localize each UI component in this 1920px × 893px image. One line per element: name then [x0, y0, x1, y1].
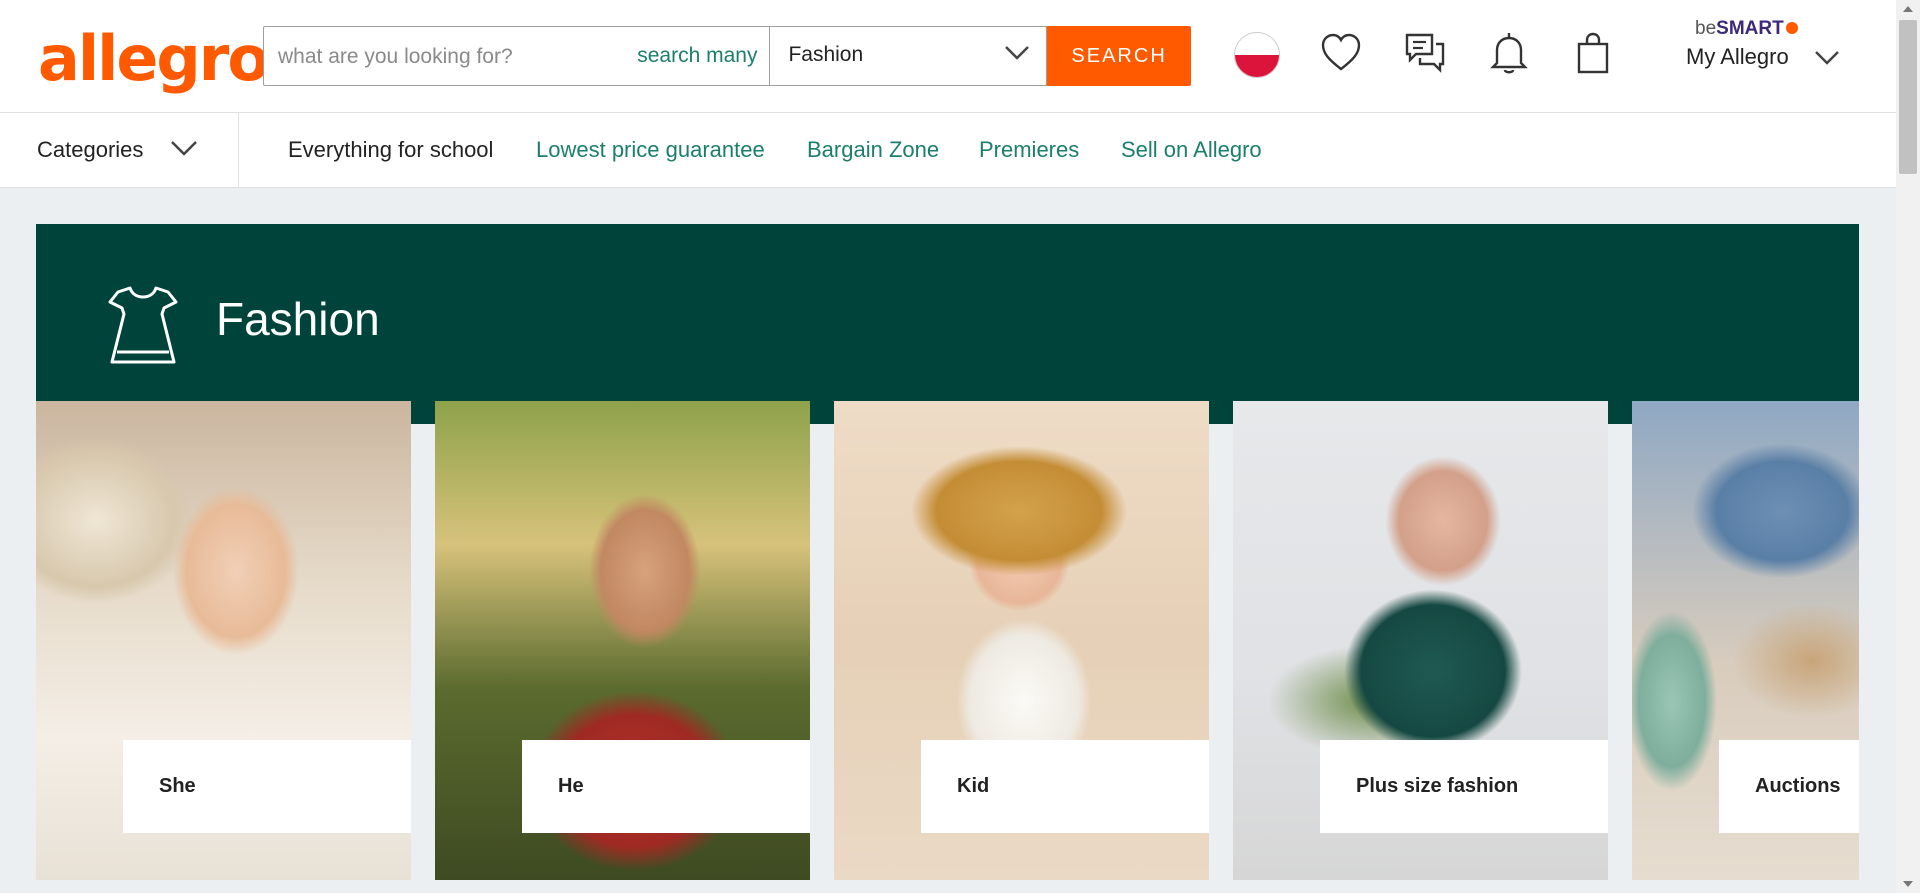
category-select[interactable]: Fashion [769, 26, 1048, 86]
category-tile-auctions[interactable]: Auctions [1632, 401, 1859, 880]
bell-icon[interactable] [1486, 30, 1532, 76]
heart-icon[interactable] [1318, 30, 1364, 76]
besmart-brand: SMART [1716, 18, 1784, 39]
tile-caption: She [123, 740, 411, 833]
category-select-value: Fashion [788, 43, 864, 66]
category-nav: Categories Everything for school Lowest … [0, 113, 1896, 188]
top-header: allegro search many Fashion SEARCH [0, 0, 1896, 113]
category-tile-plus-size[interactable]: Plus size fashion [1233, 401, 1608, 880]
tile-label: Plus size fashion [1356, 775, 1519, 797]
categories-dropdown[interactable]: Categories [0, 113, 239, 187]
nav-link-sell-on-allegro[interactable]: Sell on Allegro [1121, 113, 1262, 187]
tile-label: Auctions [1755, 775, 1841, 797]
scroll-thumb[interactable] [1899, 20, 1917, 174]
poland-flag-icon[interactable] [1234, 32, 1280, 78]
tile-label: Kid [957, 775, 990, 797]
tile-caption: Plus size fashion [1320, 740, 1608, 833]
category-tile-kid[interactable]: Kid [834, 401, 1209, 880]
chevron-down-icon [1005, 46, 1030, 60]
my-allegro-menu[interactable]: beSMART My Allegro [1686, 14, 1856, 84]
fashion-banner: Fashion [36, 224, 1859, 424]
search-many-link[interactable]: search many [637, 27, 757, 85]
nav-link-lowest-price-guarantee[interactable]: Lowest price guarantee [536, 113, 765, 187]
categories-label: Categories [37, 137, 144, 162]
scroll-up-arrow-icon[interactable] [1903, 6, 1913, 12]
nav-link-everything-for-school[interactable]: Everything for school [288, 113, 493, 187]
page-scrollbar[interactable] [1896, 0, 1920, 893]
besmart-dot-icon [1785, 22, 1798, 34]
chevron-down-icon [1815, 51, 1839, 65]
search-bar: search many Fashion SEARCH [263, 26, 1192, 87]
besmart-badge: beSMART [1695, 18, 1798, 40]
search-input-box: search many [263, 26, 770, 87]
tile-label: He [558, 775, 584, 797]
besmart-prefix: be [1695, 18, 1717, 39]
search-input[interactable] [276, 27, 610, 87]
dress-icon [108, 286, 178, 364]
search-button[interactable]: SEARCH [1047, 26, 1192, 86]
tile-caption: Auctions [1719, 740, 1859, 833]
nav-link-premieres[interactable]: Premieres [979, 113, 1079, 187]
tile-caption: He [522, 740, 810, 833]
tile-caption: Kid [921, 740, 1209, 833]
shopping-bag-icon[interactable] [1570, 30, 1616, 76]
scroll-down-arrow-icon[interactable] [1903, 881, 1913, 887]
chat-icon[interactable] [1402, 30, 1448, 76]
tile-label: She [159, 775, 196, 797]
chevron-down-icon [171, 141, 197, 156]
page-title: Fashion [216, 293, 380, 345]
my-allegro-label: My Allegro [1686, 44, 1789, 69]
category-tile-she[interactable]: She [36, 401, 411, 880]
category-tile-he[interactable]: He [435, 401, 810, 880]
nav-link-bargain-zone[interactable]: Bargain Zone [807, 113, 939, 187]
allegro-logo[interactable]: allegro [38, 14, 270, 104]
